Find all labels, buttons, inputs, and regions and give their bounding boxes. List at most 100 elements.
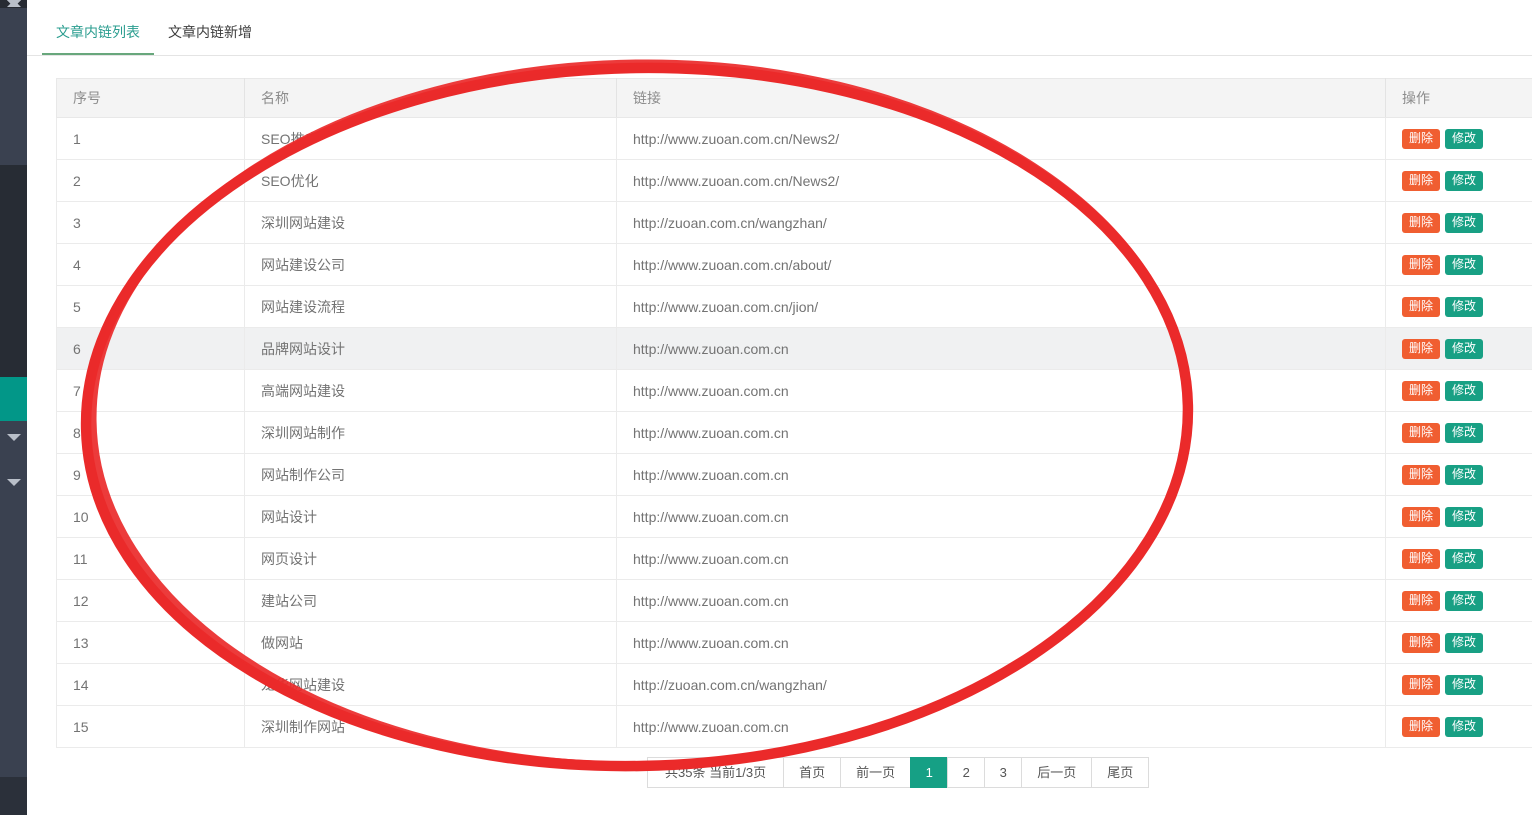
cell-link: http://www.zuoan.com.cn/News2/ (617, 160, 1386, 202)
modify-button[interactable]: 修改 (1445, 675, 1483, 695)
page: 文章内链列表文章内链新增 序号 名称 链接 操作 1SEO推广http://ww… (0, 0, 1532, 815)
cell-actions: 删除修改 (1386, 580, 1532, 622)
cell-name: 做网站 (245, 622, 617, 664)
cell-no: 11 (57, 538, 245, 580)
cell-actions: 删除修改 (1386, 202, 1532, 244)
cell-link: http://www.zuoan.com.cn (617, 328, 1386, 370)
delete-button[interactable]: 删除 (1402, 591, 1440, 611)
cell-actions: 删除修改 (1386, 496, 1532, 538)
modify-button[interactable]: 修改 (1445, 549, 1483, 569)
modify-button[interactable]: 修改 (1445, 381, 1483, 401)
modify-button[interactable]: 修改 (1445, 465, 1483, 485)
delete-button[interactable]: 删除 (1402, 171, 1440, 191)
modify-button[interactable]: 修改 (1445, 423, 1483, 443)
modify-button[interactable]: 修改 (1445, 339, 1483, 359)
cell-no: 2 (57, 160, 245, 202)
sidebar-submenu-block (0, 165, 27, 377)
cell-actions: 删除修改 (1386, 286, 1532, 328)
cell-link: http://www.zuoan.com.cn (617, 706, 1386, 748)
cell-link: http://zuoan.com.cn/wangzhan/ (617, 664, 1386, 706)
table-row: 12建站公司http://www.zuoan.com.cn删除修改 (57, 580, 1532, 622)
modify-button[interactable]: 修改 (1445, 213, 1483, 233)
delete-button[interactable]: 删除 (1402, 717, 1440, 737)
cell-name: 网站建设流程 (245, 286, 617, 328)
table-row: 10网站设计http://www.zuoan.com.cn删除修改 (57, 496, 1532, 538)
cell-link: http://www.zuoan.com.cn (617, 580, 1386, 622)
sidebar-active-indicator[interactable] (0, 377, 27, 421)
delete-button[interactable]: 删除 (1402, 339, 1440, 359)
modify-button[interactable]: 修改 (1445, 171, 1483, 191)
cell-no: 14 (57, 664, 245, 706)
delete-button[interactable]: 删除 (1402, 381, 1440, 401)
table-header-row: 序号 名称 链接 操作 (57, 79, 1532, 118)
cell-link: http://www.zuoan.com.cn (617, 454, 1386, 496)
cell-no: 15 (57, 706, 245, 748)
cell-name: 品牌网站设计 (245, 328, 617, 370)
table-row: 3深圳网站建设http://zuoan.com.cn/wangzhan/删除修改 (57, 202, 1532, 244)
tab-article-link-add[interactable]: 文章内链新增 (154, 22, 266, 54)
pagination-next[interactable]: 后一页 (1021, 757, 1092, 788)
modify-button[interactable]: 修改 (1445, 591, 1483, 611)
cell-name: 深圳网站制作 (245, 412, 617, 454)
pagination-prev[interactable]: 前一页 (840, 757, 911, 788)
delete-button[interactable]: 删除 (1402, 549, 1440, 569)
delete-button[interactable]: 删除 (1402, 297, 1440, 317)
table-row: 13做网站http://www.zuoan.com.cn 删除修改 (57, 622, 1532, 664)
modify-button[interactable]: 修改 (1445, 507, 1483, 527)
cell-no: 9 (57, 454, 245, 496)
cell-actions: 删除修改 (1386, 328, 1532, 370)
delete-button[interactable]: 删除 (1402, 507, 1440, 527)
delete-button[interactable]: 删除 (1402, 129, 1440, 149)
cell-actions: 删除修改 (1386, 454, 1532, 496)
cell-link: http://www.zuoan.com.cn/jion/ (617, 286, 1386, 328)
delete-button[interactable]: 删除 (1402, 423, 1440, 443)
cell-actions: 删除修改 (1386, 706, 1532, 748)
cell-actions: 删除修改 (1386, 160, 1532, 202)
cell-name: SEO优化 (245, 160, 617, 202)
sidebar-arrow-down-icon[interactable] (7, 479, 21, 486)
modify-button[interactable]: 修改 (1445, 129, 1483, 149)
sidebar-bottom-strip (0, 777, 27, 815)
pagination-page-1[interactable]: 1 (910, 757, 948, 788)
cell-link: http://www.zuoan.com.cn (617, 622, 1386, 664)
tab-article-link-list[interactable]: 文章内链列表 (42, 22, 154, 55)
table-row: 8深圳网站制作http://www.zuoan.com.cn删除修改 (57, 412, 1532, 454)
pagination-last[interactable]: 尾页 (1091, 757, 1149, 788)
delete-button[interactable]: 删除 (1402, 633, 1440, 653)
modify-button[interactable]: 修改 (1445, 297, 1483, 317)
column-header-name: 名称 (245, 79, 617, 118)
cell-no: 7 (57, 370, 245, 412)
table-row: 1SEO推广http://www.zuoan.com.cn/News2/删除修改 (57, 118, 1532, 160)
table-row: 7高端网站建设http://www.zuoan.com.cn删除修改 (57, 370, 1532, 412)
delete-button[interactable]: 删除 (1402, 675, 1440, 695)
cell-actions: 删除修改 (1386, 244, 1532, 286)
pagination-first[interactable]: 首页 (783, 757, 841, 788)
pagination: 共35条 当前1/3页 首页前一页123后一页尾页 (648, 757, 1149, 788)
cell-no: 5 (57, 286, 245, 328)
cell-name: 网页设计 (245, 538, 617, 580)
cell-name: 网站制作公司 (245, 454, 617, 496)
collapsed-sidebar (0, 0, 27, 815)
cell-actions: 删除修改 (1386, 538, 1532, 580)
table-row: 11网页设计http://www.zuoan.com.cn删除修改 (57, 538, 1532, 580)
cell-no: 4 (57, 244, 245, 286)
cell-name: SEO推广 (245, 118, 617, 160)
modify-button[interactable]: 修改 (1445, 633, 1483, 653)
cell-no: 13 (57, 622, 245, 664)
delete-button[interactable]: 删除 (1402, 213, 1440, 233)
column-header-link: 链接 (617, 79, 1386, 118)
cell-no: 10 (57, 496, 245, 538)
modify-button[interactable]: 修改 (1445, 717, 1483, 737)
table-row: 4网站建设公司http://www.zuoan.com.cn/about/删除修… (57, 244, 1532, 286)
cell-link: http://www.zuoan.com.cn/about/ (617, 244, 1386, 286)
sidebar-arrow-down-icon[interactable] (7, 0, 21, 7)
cell-link: http://www.zuoan.com.cn (617, 412, 1386, 454)
pagination-page-3[interactable]: 3 (984, 757, 1022, 788)
cell-no: 3 (57, 202, 245, 244)
pagination-page-2[interactable]: 2 (947, 757, 985, 788)
delete-button[interactable]: 删除 (1402, 255, 1440, 275)
cell-name: 深圳制作网站 (245, 706, 617, 748)
delete-button[interactable]: 删除 (1402, 465, 1440, 485)
sidebar-arrow-down-icon[interactable] (7, 434, 21, 441)
modify-button[interactable]: 修改 (1445, 255, 1483, 275)
